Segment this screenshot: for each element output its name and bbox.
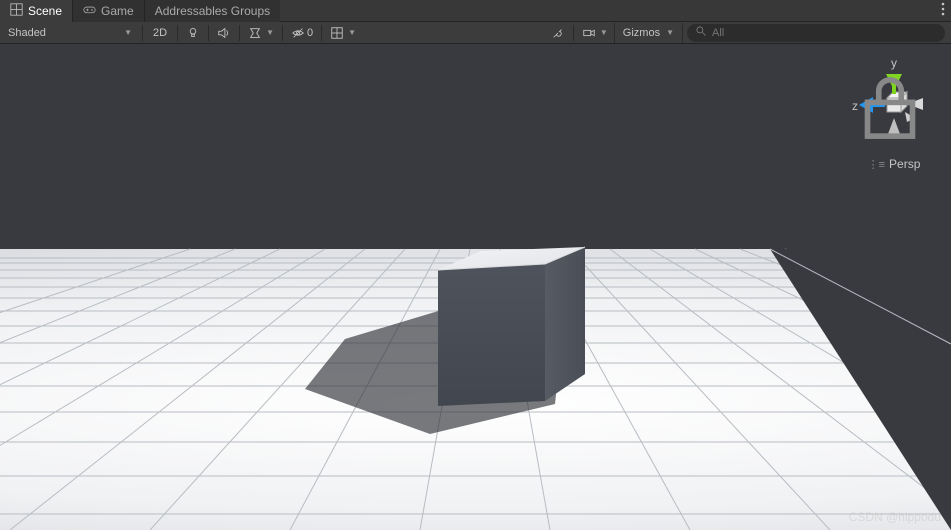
lightbulb-icon — [186, 26, 200, 40]
lighting-toggle[interactable] — [180, 23, 206, 43]
audio-toggle[interactable] — [211, 23, 237, 43]
hidden-count: 0 — [307, 27, 313, 39]
tab-bar: Scene Game Addressables Groups — [0, 0, 951, 22]
tab-scene[interactable]: Scene — [0, 0, 73, 22]
window-menu-icon[interactable] — [935, 2, 951, 19]
search-input[interactable] — [712, 27, 937, 39]
chevron-down-icon: ▼ — [348, 28, 356, 37]
scene-icon — [10, 3, 23, 19]
hidden-objects-button[interactable]: 0 — [285, 23, 319, 43]
search-icon — [695, 25, 707, 40]
scene-render — [0, 44, 951, 530]
tools-button[interactable] — [545, 23, 571, 43]
tab-game[interactable]: Game — [73, 0, 145, 22]
tab-game-label: Game — [101, 4, 134, 18]
shading-mode-dropdown[interactable]: Shaded ▼ — [0, 22, 140, 44]
camera-dropdown[interactable]: ▼ — [576, 23, 614, 43]
orientation-gizmo[interactable]: y z ⋮≡ Persp — [849, 56, 939, 171]
persp-label: Persp — [889, 157, 920, 171]
eye-off-icon — [291, 26, 305, 40]
persp-icon: ⋮≡ — [868, 158, 885, 171]
grid-dropdown[interactable]: ▼ — [324, 23, 362, 43]
gizmos-label: Gizmos — [623, 27, 660, 39]
shading-mode-label: Shaded — [8, 27, 46, 39]
scene-viewport[interactable]: y z ⋮≡ Persp CSDN @hippodu — [0, 44, 951, 530]
scene-toolbar: Shaded ▼ 2D ▼ 0 ▼ — [0, 22, 951, 44]
camera-icon — [582, 26, 596, 40]
tab-scene-label: Scene — [28, 4, 62, 18]
chevron-down-icon: ▼ — [266, 28, 274, 37]
tools-icon — [551, 26, 565, 40]
effects-dropdown[interactable]: ▼ — [242, 23, 280, 43]
gamepad-icon — [83, 3, 96, 19]
chevron-down-icon: ▼ — [666, 28, 674, 37]
gizmos-dropdown[interactable]: Gizmos ▼ — [614, 23, 683, 43]
tab-addressables-label: Addressables Groups — [155, 4, 270, 18]
chevron-down-icon: ▼ — [600, 28, 608, 37]
grid-icon — [330, 26, 344, 40]
tab-addressables[interactable]: Addressables Groups — [145, 0, 280, 22]
speaker-icon — [217, 26, 231, 40]
2d-label: 2D — [153, 27, 167, 39]
watermark: CSDN @hippodu — [849, 510, 941, 524]
lock-icon[interactable] — [845, 62, 935, 157]
2d-toggle[interactable]: 2D — [145, 23, 175, 43]
effects-icon — [248, 26, 262, 40]
search-box[interactable] — [687, 24, 945, 42]
chevron-down-icon: ▼ — [124, 28, 132, 37]
projection-toggle[interactable]: ⋮≡ Persp — [849, 157, 939, 171]
